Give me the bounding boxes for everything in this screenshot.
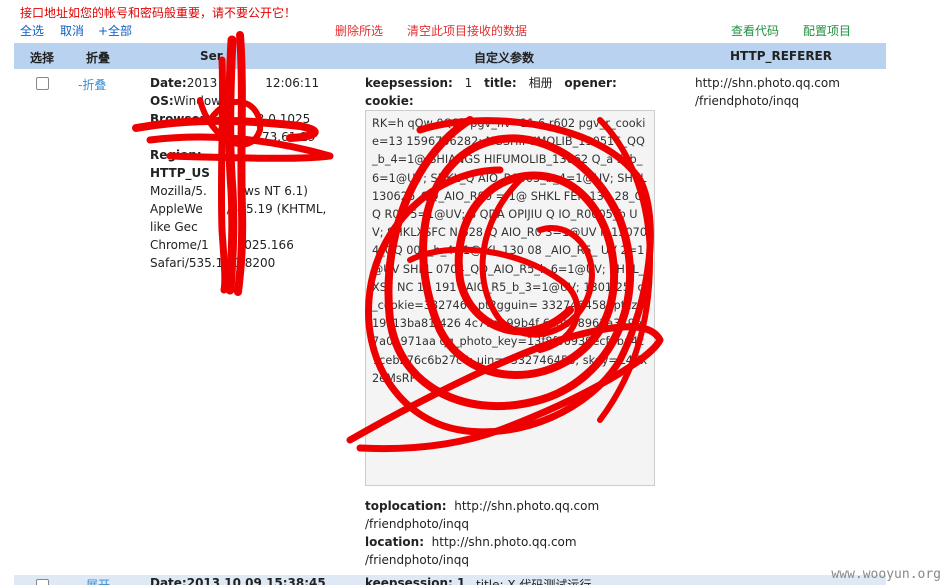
header-http-referer: HTTP_REFERER: [730, 49, 832, 63]
header-select: 选择: [30, 51, 55, 65]
config-project-link[interactable]: 配置项目: [803, 22, 851, 39]
time-value: 12:06:11: [265, 76, 320, 90]
ua-line: /535.19 (KHTML,: [226, 202, 327, 216]
toplocation-value-cont: /friendphoto/inqq: [365, 517, 469, 531]
watermark: www.wooyun.org: [831, 567, 941, 582]
http-referer: http://shn.photo.qq.com /friendphoto/inq…: [695, 74, 885, 110]
location-value: http://shn.photo.qq.com: [431, 535, 577, 549]
ua-line: .1025.166: [232, 238, 294, 252]
user-agent-key-a: HTTP_US: [150, 166, 210, 180]
date-value: 2013: [186, 76, 218, 90]
ua-line: /8200: [240, 256, 276, 270]
browser-value: C: [210, 112, 219, 126]
row2-date: Date:2013 10 09 15:38:45: [150, 576, 326, 585]
ua-line: Chrome/1: [150, 238, 209, 252]
expand-link[interactable]: 展开: [86, 576, 110, 585]
title-value: 相册: [528, 76, 553, 90]
ua-line: like Gec: [150, 220, 198, 234]
ua-line: Safari/535.1: [150, 256, 224, 270]
ua-line: ows NT 6.1): [236, 184, 308, 198]
row-checkbox[interactable]: [36, 579, 49, 585]
os-key: OS:: [150, 94, 174, 108]
ua-line: AppleWe: [150, 202, 203, 216]
cookie-key: cookie:: [365, 94, 414, 108]
view-code-link[interactable]: 查看代码: [731, 22, 779, 39]
cancel-link[interactable]: 取消: [60, 22, 84, 39]
warning-text: 接口地址如您的帐号和密码般重要，请不要公开它！: [20, 6, 297, 20]
browser-key: Browser:: [150, 112, 211, 126]
clear-data-link[interactable]: 清空此项目接收的数据: [407, 22, 527, 39]
custom-params: keepsession: 1 title: 相册 opener: cookie:: [365, 74, 665, 110]
toolbar: 全选 取消 +全部 删除所选 清空此项目接收的数据 查看代码 配置项目: [0, 22, 945, 40]
location-value-cont: /friendphoto/inqq: [365, 553, 469, 567]
ip-value: 73.61.19: [262, 130, 316, 144]
region-key: Region:: [150, 148, 202, 162]
browser-version: 3.0.1025: [256, 112, 311, 126]
select-all-link[interactable]: 全选: [20, 22, 44, 39]
server-info: Date:2013 12:06:11 OS:Window Browser:C 3.0…: [150, 74, 350, 272]
cookie-value-box: RK=h qQw 0Q2l; pgv_flv=11.6 r602 pgv_r_c…: [365, 110, 655, 486]
row-checkbox[interactable]: [36, 77, 49, 90]
referer-line: http://shn.photo.qq.com: [695, 76, 840, 90]
os-value: Window: [173, 94, 221, 108]
table-header: 选择 折叠 Ser 自定义参数 HTTP_REFERER: [14, 43, 886, 69]
ua-line: Q: [231, 256, 241, 270]
keepsession-key: keepsession:: [365, 76, 453, 90]
all-plus-link[interactable]: +全部: [98, 22, 132, 39]
header-server: Ser: [200, 49, 223, 63]
row2-keepsession: keepsession: 1: [365, 576, 466, 585]
header-custom-params: 自定义参数: [474, 51, 535, 65]
title-key: title:: [484, 76, 517, 90]
referer-line: /friendphoto/inqq: [695, 94, 799, 108]
row2-title: title: X 代码测试运行: [476, 578, 592, 585]
toplocation-key: toplocation:: [365, 499, 447, 513]
ua-line: Mozilla/5.: [150, 184, 207, 198]
toplocation-value: http://shn.photo.qq.com: [454, 499, 600, 513]
fold-link[interactable]: -折叠: [78, 76, 106, 93]
location-info: toplocation: http://shn.photo.qq.com /fr…: [365, 497, 665, 569]
location-key: location:: [365, 535, 425, 549]
delete-selected-link[interactable]: 删除所选: [335, 22, 383, 39]
opener-key: opener:: [564, 76, 617, 90]
keepsession-value: 1: [464, 76, 473, 90]
date-key: Date:: [150, 76, 187, 90]
header-fold: 折叠: [86, 51, 111, 65]
table-row: 展开 Date:2013 10 09 15:38:45 keepsession:…: [0, 575, 945, 585]
